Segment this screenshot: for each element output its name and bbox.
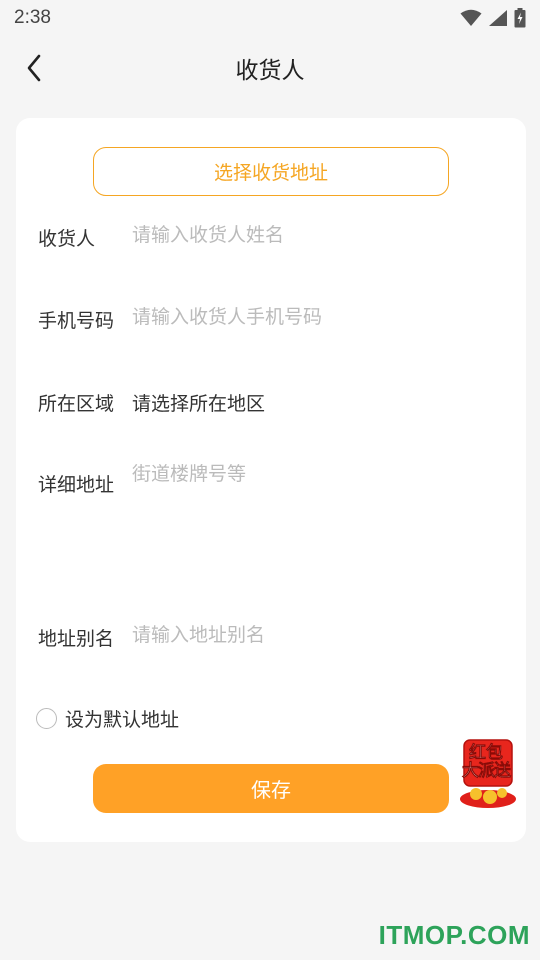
status-icons	[460, 8, 526, 28]
wifi-icon	[460, 9, 482, 26]
page-title: 收货人	[235, 58, 305, 84]
status-time: 2:38	[14, 7, 51, 28]
address-form-card: 选择收货地址 收货人 手机号码 所在区域 请选择所在地区 详细地址 地址别名 设…	[16, 118, 526, 842]
watermark: ITMOP.COM	[378, 920, 530, 950]
save-button[interactable]: 保存	[93, 764, 449, 813]
signal-icon	[489, 10, 507, 26]
receiver-label: 收货人	[38, 228, 96, 250]
phone-label: 手机号码	[38, 310, 115, 332]
region-label: 所在区域	[38, 393, 115, 415]
default-address-radio[interactable]	[36, 708, 57, 729]
battery-charging-icon	[514, 8, 526, 28]
promo-line2: 大派送	[462, 761, 512, 782]
chevron-left-icon	[27, 54, 41, 82]
alias-input[interactable]	[132, 624, 502, 646]
default-address-toggle[interactable]: 设为默认地址	[36, 705, 179, 732]
default-address-label: 设为默认地址	[65, 709, 180, 731]
red-packet-promo[interactable]: 红包 大派送	[456, 736, 520, 810]
status-bar: 2:38	[0, 0, 540, 36]
phone-input[interactable]	[132, 306, 502, 328]
choose-address-button[interactable]: 选择收货地址	[93, 147, 449, 196]
detail-address-textarea[interactable]	[132, 462, 502, 582]
alias-label: 地址别名	[38, 628, 115, 650]
title-bar: 收货人	[0, 36, 540, 100]
back-button[interactable]	[18, 52, 50, 84]
detail-address-label: 详细地址	[38, 474, 115, 496]
region-select[interactable]: 请选择所在地区	[132, 389, 502, 416]
receiver-name-input[interactable]	[132, 224, 502, 246]
